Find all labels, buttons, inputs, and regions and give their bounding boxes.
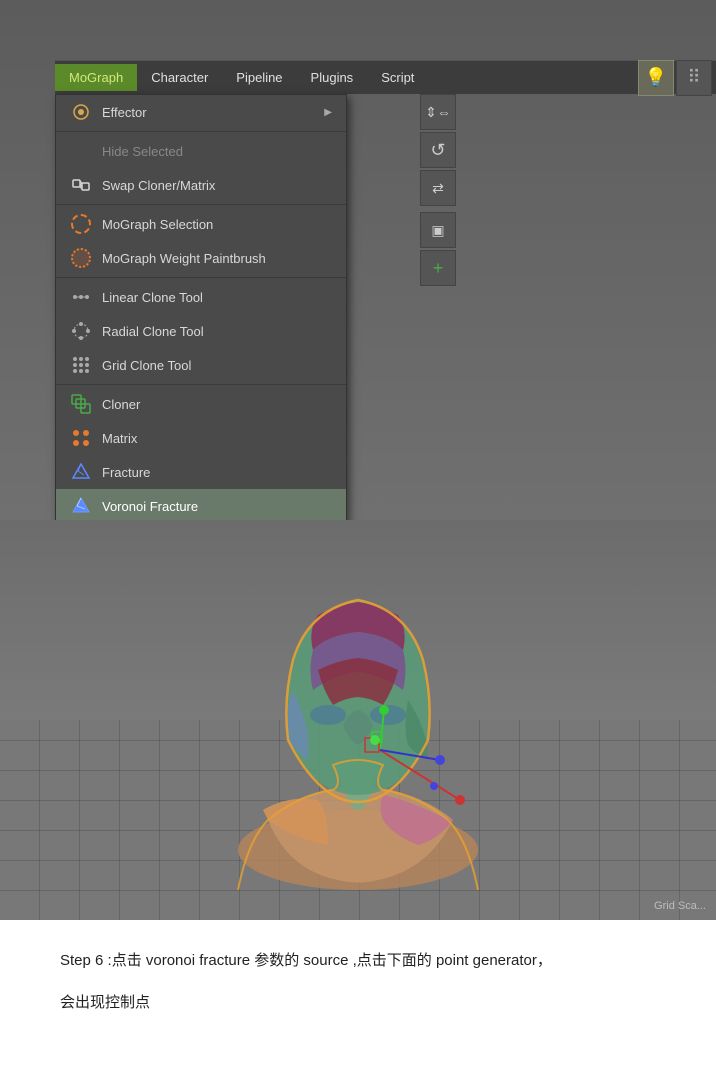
menu-item-mograph-weight[interactable]: MoGraph Weight Paintbrush	[56, 241, 346, 275]
grid-scale-label: Grid Sca...	[654, 900, 706, 912]
arrows-icon: ⇕⇔	[425, 104, 451, 121]
cloner-icon	[70, 393, 92, 415]
separator-3	[56, 277, 346, 278]
menu-item-cloner[interactable]: Cloner	[56, 387, 346, 421]
menu-mograph[interactable]: MoGraph	[55, 64, 137, 91]
mograph-dropdown: Effector ▶ Hide Selected Swap Cloner/Mat…	[55, 94, 347, 520]
3d-viewport: Grid Sca...	[0, 520, 716, 920]
menu-bar: MoGraph Character Pipeline Plugins Scrip…	[55, 60, 716, 94]
effector-icon	[70, 101, 92, 123]
mograph-selection-icon	[70, 213, 92, 235]
menu-item-hide-selected: Hide Selected	[56, 134, 346, 168]
menu-pipeline[interactable]: Pipeline	[222, 64, 296, 91]
plus-toolbar-btn[interactable]: +	[420, 250, 456, 286]
swap-icon: ⇄	[432, 180, 444, 197]
monitor-icon: ▣	[431, 222, 444, 239]
step-text-section: Step 6 :点击 voronoi fracture 参数的 source ,…	[0, 920, 716, 1088]
matrix-icon	[70, 427, 92, 449]
menu-item-voronoi-fracture[interactable]: Voronoi Fracture	[56, 489, 346, 520]
separator-2	[56, 204, 346, 205]
menu-item-linear-clone[interactable]: Linear Clone Tool	[56, 280, 346, 314]
transform-gizmo	[340, 700, 480, 830]
move-toolbar-btn[interactable]: ⇕⇔	[420, 94, 456, 130]
dots-toolbar-btn[interactable]	[676, 60, 712, 96]
effector-arrow: ▶	[324, 107, 332, 118]
menu-item-fracture[interactable]: Fracture	[56, 455, 346, 489]
menu-screenshot: MoGraph Character Pipeline Plugins Scrip…	[0, 0, 716, 520]
menu-character[interactable]: Character	[137, 64, 222, 91]
swap-cloner-icon	[70, 174, 92, 196]
bulb-icon	[645, 67, 667, 88]
plus-icon: +	[433, 258, 444, 279]
step-line-1: Step 6 :点击 voronoi fracture 参数的 source ,…	[60, 948, 656, 974]
monitor-toolbar-btn[interactable]: ▣	[420, 212, 456, 248]
dots-icon	[687, 67, 700, 88]
menu-item-effector[interactable]: Effector ▶	[56, 95, 346, 129]
voronoi-fracture-icon	[70, 495, 92, 517]
menu-item-grid-clone[interactable]: Grid Clone Tool	[56, 348, 346, 382]
separator-4	[56, 384, 346, 385]
grid-clone-icon	[70, 354, 92, 376]
rotate-icon: ↺	[430, 140, 445, 161]
menu-plugins[interactable]: Plugins	[297, 64, 368, 91]
menu-item-radial-clone[interactable]: Radial Clone Tool	[56, 314, 346, 348]
hide-icon	[70, 140, 92, 162]
separator-1	[56, 131, 346, 132]
radial-clone-icon	[70, 320, 92, 342]
fracture-icon	[70, 461, 92, 483]
step-line-2: 会出现控制点	[60, 990, 656, 1016]
menu-script[interactable]: Script	[367, 64, 428, 91]
menu-item-swap-cloner[interactable]: Swap Cloner/Matrix	[56, 168, 346, 202]
rotate-toolbar-btn[interactable]: ↺	[420, 132, 456, 168]
linear-clone-icon	[70, 286, 92, 308]
bulb-toolbar-btn[interactable]	[638, 60, 674, 96]
menu-item-matrix[interactable]: Matrix	[56, 421, 346, 455]
swap-toolbar-btn[interactable]: ⇄	[420, 170, 456, 206]
handle-blue	[430, 782, 438, 790]
mograph-weight-icon	[70, 247, 92, 269]
menu-item-mograph-selection[interactable]: MoGraph Selection	[56, 207, 346, 241]
pivot-point	[370, 735, 380, 745]
